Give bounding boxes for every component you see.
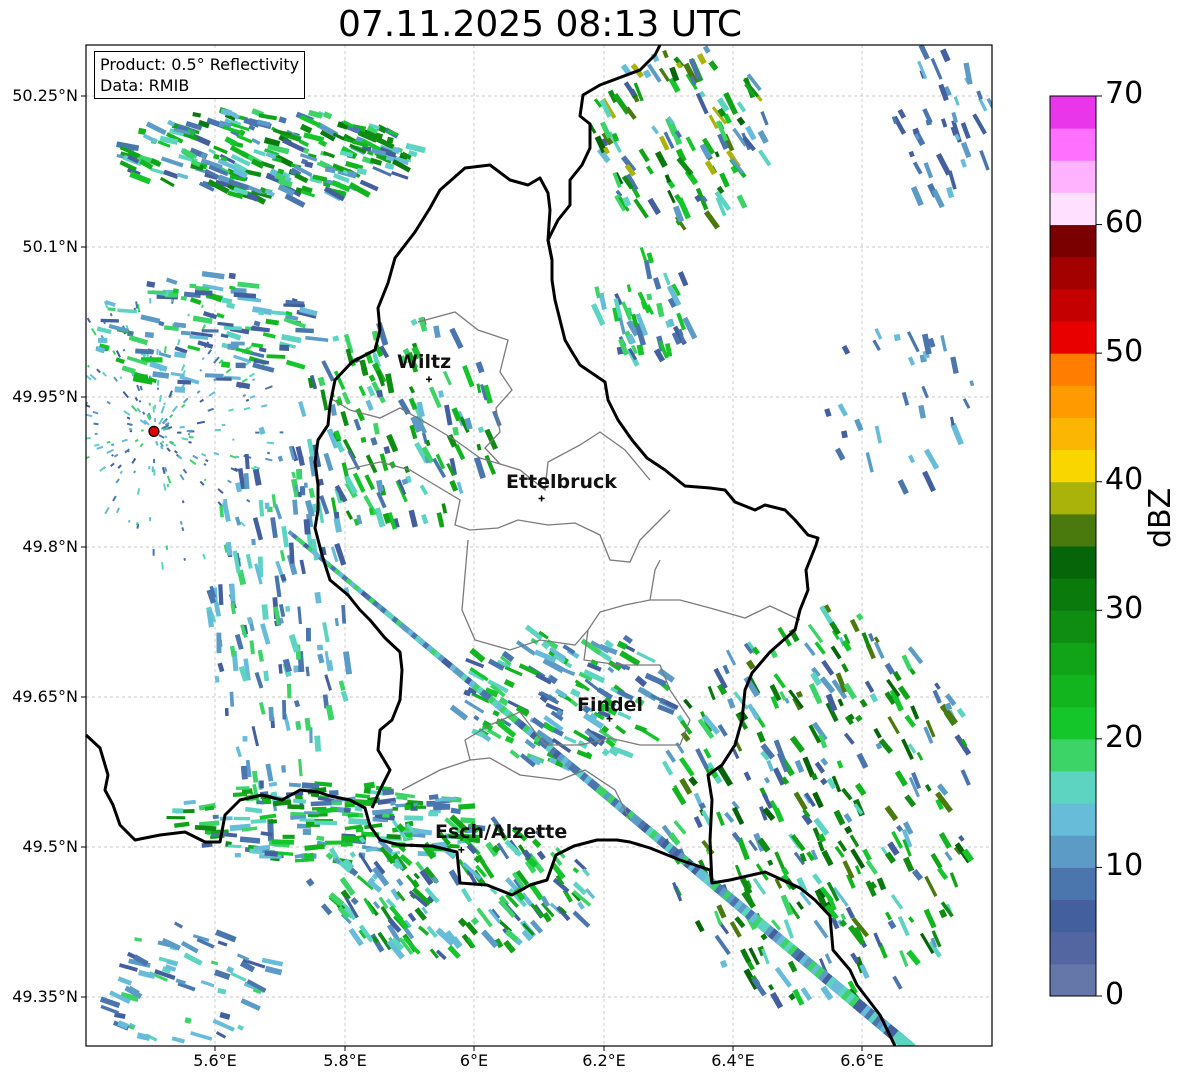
city-label-ettelbruck: Ettelbruck (506, 471, 617, 493)
colorbar-segment (1050, 321, 1096, 354)
colorbar-segment (1050, 128, 1096, 161)
lon-tick-label: 6.6°E (840, 1051, 884, 1070)
lat-tick-label: 49.5°N (22, 837, 78, 856)
product-label: Product: 0.5° Reflectivity (100, 55, 300, 74)
colorbar-segment (1050, 931, 1096, 965)
colorbar-segment (1050, 417, 1096, 451)
colorbar-tick-label: 0 (1105, 977, 1125, 1012)
plot-frame (81, 44, 993, 1051)
colorbar-segment (1050, 160, 1096, 193)
colorbar-tick-label: 20 (1105, 720, 1144, 755)
lat-tick-label: 50.1°N (22, 237, 78, 256)
colorbar-segment (1050, 353, 1096, 386)
colorbar-segment (1050, 513, 1096, 547)
lat-tick-label: 49.65°N (12, 687, 78, 706)
city-label-esch-alzette: Esch/Alzette (435, 821, 568, 843)
country-borders (84, 44, 897, 1047)
colorbar (1049, 95, 1102, 997)
lon-tick-label: 6.4°E (711, 1051, 755, 1070)
radar-map (81, 44, 1102, 1051)
colorbar-segment (1050, 610, 1096, 643)
map-title: 07.11.2025 08:13 UTC (337, 4, 743, 45)
colorbar-segment (1050, 192, 1096, 226)
canton-borders (329, 311, 801, 821)
lat-tick-label: 49.35°N (12, 987, 78, 1006)
colorbar-segment (1050, 738, 1096, 772)
lon-tick-label: 6.2°E (582, 1051, 626, 1070)
colorbar-tick-label: 40 (1105, 462, 1144, 497)
colorbar-segment (1050, 546, 1096, 579)
colorbar-segment (1050, 288, 1096, 322)
colorbar-segment (1050, 963, 1096, 997)
lon-tick-label: 5.8°E (323, 1051, 367, 1070)
colorbar-segment (1050, 96, 1096, 129)
colorbar-segment (1050, 835, 1096, 868)
colorbar-segment (1050, 867, 1096, 901)
lat-tick-label: 50.25°N (12, 86, 78, 105)
reflectivity-echoes (86, 45, 992, 1046)
colorbar-tick-label: 50 (1105, 334, 1144, 369)
colorbar-label: dBZ (1143, 487, 1178, 548)
colorbar-segment (1050, 803, 1096, 836)
lon-tick-label: 5.6°E (193, 1051, 237, 1070)
colorbar-tick-label: 60 (1105, 205, 1144, 240)
lon-tick-label: 6°E (459, 1051, 489, 1070)
colorbar-segment (1050, 642, 1096, 676)
colorbar-segment (1050, 224, 1096, 258)
data-source-label: Data: RMIB (100, 76, 190, 95)
colorbar-segment (1050, 256, 1096, 290)
city-label-findel: Findel (577, 694, 644, 716)
colorbar-segment (1050, 481, 1096, 515)
colorbar-segment (1050, 899, 1096, 933)
colorbar-segment (1050, 706, 1096, 740)
lat-tick-label: 49.8°N (22, 537, 78, 556)
colorbar-segment (1050, 674, 1096, 708)
colorbar-segment (1050, 449, 1096, 483)
colorbar-tick-label: 10 (1105, 848, 1144, 883)
city-label-wiltz: Wiltz (397, 351, 452, 373)
lat-tick-label: 49.95°N (12, 387, 78, 406)
colorbar-segment (1050, 385, 1096, 418)
colorbar-segment (1050, 578, 1096, 611)
colorbar-tick-label: 70 (1105, 76, 1144, 111)
colorbar-segment (1050, 771, 1096, 804)
colorbar-tick-label: 30 (1105, 591, 1144, 626)
product-info-box: Product: 0.5° Reflectivity Data: RMIB (94, 51, 306, 99)
radar-site-marker (148, 425, 160, 437)
